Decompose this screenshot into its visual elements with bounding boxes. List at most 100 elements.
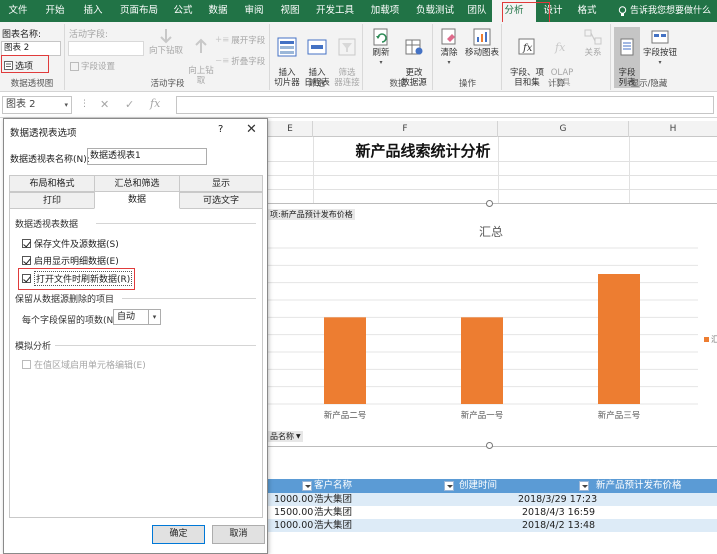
tab-load-test[interactable]: 负载测试	[408, 0, 462, 22]
pivot-name-input[interactable]: 数据透视表1	[87, 148, 207, 165]
header-price[interactable]: 新产品预计发布价格	[596, 479, 682, 492]
chevron-down-icon[interactable]: ▾	[148, 310, 160, 324]
tell-me-box[interactable]: 告诉我您想要做什么	[618, 0, 711, 22]
pivot-options-dialog: 数据透视表选项 ? ✕ 数据透视表名称(N): 数据透视表1 布局和格式 汇总和…	[3, 118, 268, 554]
timeline-icon	[307, 39, 327, 55]
move-chart-label: 移动图表	[464, 48, 499, 58]
tab-alt-text[interactable]: 可选文字	[179, 192, 263, 209]
group-label-filter: 筛选	[307, 79, 325, 89]
group-label-active-field: 活动字段	[150, 79, 185, 89]
insert-function-icon[interactable]: fx	[150, 97, 160, 110]
checkbox-checked[interactable]	[22, 239, 31, 248]
drill-down-label: 向下钻取	[148, 46, 183, 56]
enable-cell-editing-checkbox[interactable]: 在值区域启用单元格编辑(E)	[22, 358, 146, 371]
eraser-icon	[441, 28, 456, 45]
refresh-icon	[373, 28, 388, 46]
formula-bar: 图表 2 ▾ ⋮ ✕ ✓ fx	[0, 92, 717, 118]
save-source-data-checkbox[interactable]: 保存文件及源数据(S)	[22, 237, 119, 250]
tab-layout-format[interactable]: 布局和格式	[9, 175, 95, 192]
cell-price: 1000.00	[274, 494, 314, 505]
table-row[interactable]: 1000.00 浩大集团 2018/4/2 13:48	[268, 519, 717, 532]
drill-down-button[interactable]: 向下钻取	[146, 27, 186, 56]
cell-customer: 浩大集团	[314, 520, 353, 531]
checkbox-unchecked[interactable]	[22, 360, 31, 369]
pivot-name-label: 数据透视表名称(N):	[10, 155, 90, 165]
tab-format[interactable]: 格式	[570, 0, 604, 22]
chart-title[interactable]: 汇总	[479, 225, 503, 239]
chart-name-input[interactable]: 图表 2	[1, 41, 61, 56]
formula-input[interactable]	[176, 96, 714, 114]
collapse-icon: −≡	[215, 56, 230, 66]
column-header-h[interactable]: H	[629, 121, 717, 137]
svg-text:fx: fx	[522, 43, 533, 54]
cancel-button[interactable]: 取消	[212, 525, 265, 544]
header-created[interactable]: 创建时间	[459, 479, 497, 492]
tab-data-active[interactable]: 数据	[94, 191, 180, 209]
active-field-input[interactable]	[68, 41, 144, 56]
field-buttons-icon	[651, 30, 669, 44]
confirm-edit-icon[interactable]: ✓	[125, 98, 134, 111]
name-box-value: 图表 2	[6, 99, 36, 110]
chart-bar[interactable]	[461, 317, 503, 404]
tab-addins[interactable]: 加载项	[362, 0, 408, 22]
close-button[interactable]: ✕	[246, 122, 257, 137]
tab-home[interactable]: 开始	[36, 0, 74, 22]
field-buttons-button[interactable]: 字段按钮 ▾	[640, 27, 680, 68]
clear-label: 清除	[440, 48, 458, 58]
clear-button[interactable]: 清除 ▾	[436, 27, 462, 68]
filter-dropdown-icon[interactable]	[302, 481, 312, 491]
tab-developer[interactable]: 开发工具	[308, 0, 362, 22]
collapse-field-button[interactable]: −≡ 折叠字段	[215, 55, 265, 67]
gridline	[629, 137, 630, 207]
tab-insert[interactable]: 插入	[74, 0, 112, 22]
cell-created: 2018/4/3 16:59	[522, 507, 596, 518]
tab-team[interactable]: 团队	[462, 0, 492, 22]
save-source-data-label: 保存文件及源数据(S)	[34, 240, 119, 250]
expand-field-button[interactable]: +≡ 展开字段	[215, 34, 265, 46]
table-row[interactable]: 1000.00 浩大集团 2018/3/29 17:23	[268, 493, 717, 506]
field-settings-button[interactable]: 字段设置	[70, 60, 115, 72]
relationships-button[interactable]: 关系	[579, 27, 607, 58]
column-header-e[interactable]: E	[268, 121, 313, 137]
chart-bar[interactable]	[324, 317, 366, 404]
move-chart-button[interactable]: 移动图表	[462, 27, 502, 58]
formula-bar-grip-icon[interactable]: ⋮	[80, 99, 89, 109]
tab-printing[interactable]: 打印	[9, 192, 95, 209]
tab-totals-filters[interactable]: 汇总和筛选	[94, 175, 180, 192]
tab-view[interactable]: 视图	[272, 0, 308, 22]
name-box[interactable]: 图表 2 ▾	[2, 96, 72, 114]
cell-created: 2018/4/2 13:48	[522, 520, 596, 531]
tab-formulas[interactable]: 公式	[166, 0, 200, 22]
column-header-f[interactable]: F	[313, 121, 498, 137]
column-header-g[interactable]: G	[498, 121, 629, 137]
refresh-button[interactable]: 刷新 ▾	[366, 27, 396, 68]
tab-page-layout[interactable]: 页面布局	[112, 0, 166, 22]
filter-dropdown-icon[interactable]	[579, 481, 589, 491]
group-label-actions: 操作	[458, 79, 476, 89]
pivot-chart[interactable]: 项:新产品预计发布价格 汇 品名称 ▼ 汇总 新产品二号 新产品一号 新产品三号	[268, 200, 717, 449]
highlight-options-button	[1, 55, 49, 73]
tab-data[interactable]: 数据	[200, 0, 236, 22]
help-button[interactable]: ?	[218, 124, 223, 135]
expand-icon: +≡	[215, 35, 230, 45]
cancel-edit-icon[interactable]: ✕	[100, 98, 109, 111]
group-active-field: 活动字段: 字段设置 向下钻取 向上钻 取 +≡ 展开字段 −≡ 折叠字段 活动…	[66, 24, 270, 90]
group-label-pivotchart: 数据透视图	[10, 79, 54, 89]
checkbox-checked[interactable]	[22, 256, 31, 265]
field-settings-icon	[70, 61, 79, 71]
chart-bar[interactable]	[598, 274, 640, 404]
field-buttons-dropdown-arrow: ▾	[658, 59, 662, 66]
filter-dropdown-icon[interactable]	[444, 481, 454, 491]
retain-items-value: 自动	[117, 312, 136, 322]
tab-file[interactable]: 文件	[0, 0, 36, 22]
tab-review[interactable]: 审阅	[236, 0, 272, 22]
header-customer[interactable]: 客户名称	[314, 479, 352, 492]
enable-show-details-checkbox[interactable]: 启用显示明细数据(E)	[22, 254, 119, 267]
table-row[interactable]: 1500.00 浩大集团 2018/4/3 16:59	[268, 506, 717, 519]
ok-button[interactable]: 确定	[152, 525, 205, 544]
retain-items-select[interactable]: 自动 ▾	[113, 309, 161, 325]
name-box-dropdown-arrow[interactable]: ▾	[64, 97, 68, 113]
tab-display[interactable]: 显示	[179, 175, 263, 192]
cell-customer: 浩大集团	[314, 494, 353, 505]
group-label-data: 数据	[389, 79, 407, 89]
